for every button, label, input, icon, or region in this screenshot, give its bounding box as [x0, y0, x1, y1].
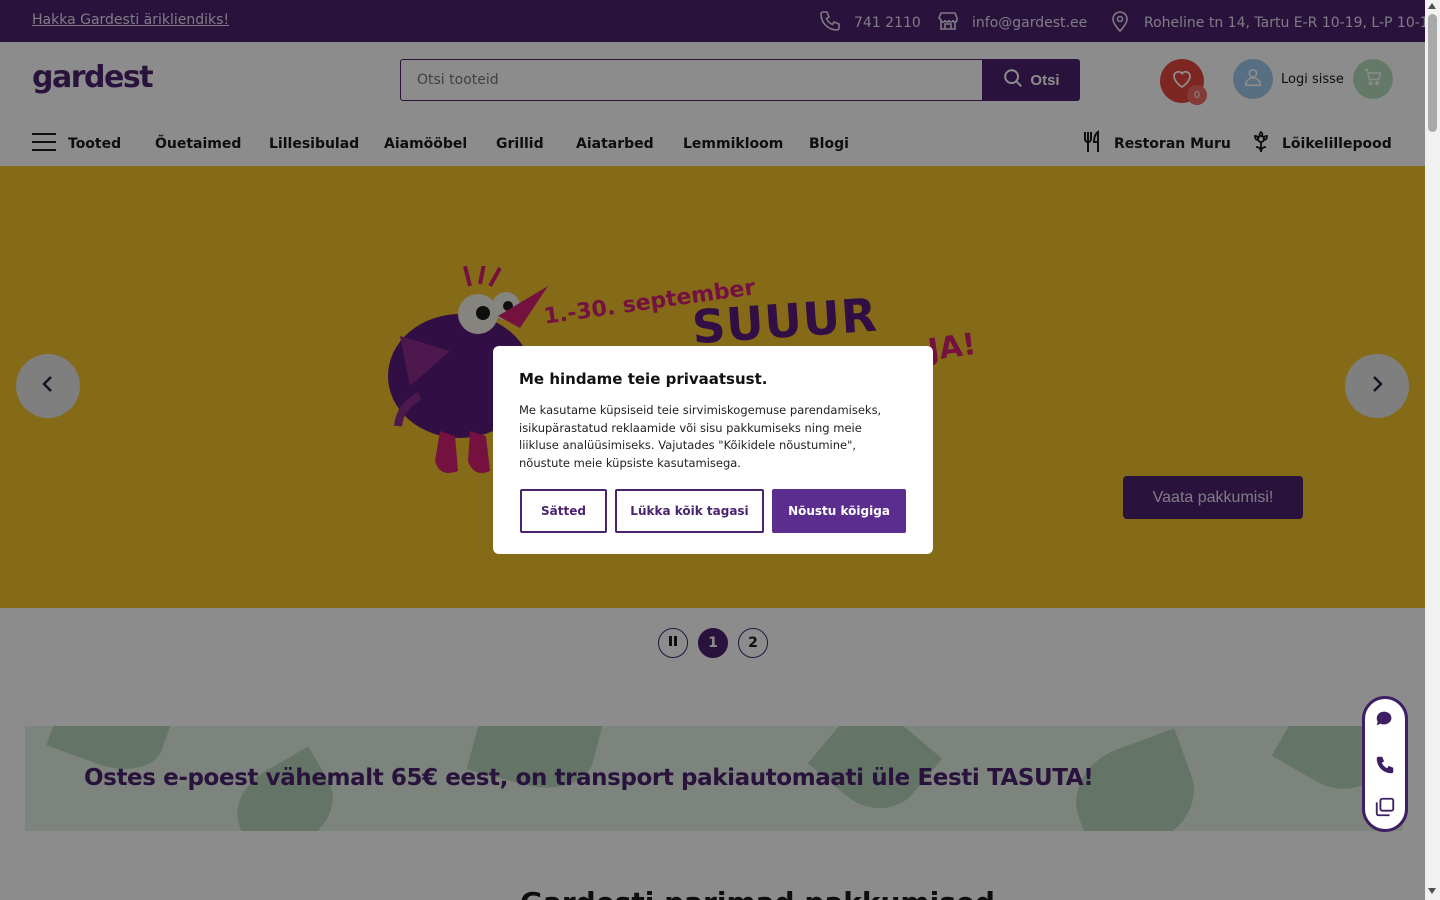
- cookie-modal-body: Me kasutame küpsiseid teie sirvimiskogem…: [519, 403, 882, 470]
- phone-icon: [1374, 754, 1396, 780]
- scrollbar-thumb[interactable]: [1428, 14, 1437, 132]
- faq-button[interactable]: [1367, 791, 1403, 827]
- chat-button[interactable]: [1367, 703, 1403, 739]
- scroll-up-arrow-icon[interactable]: [1428, 3, 1436, 9]
- contact-widget: [1362, 696, 1408, 832]
- call-button[interactable]: [1367, 749, 1403, 785]
- cookie-accept-all-button[interactable]: Nõustu kõigiga: [772, 489, 906, 533]
- cookie-settings-button[interactable]: Sätted: [520, 489, 607, 533]
- cookie-reject-all-button[interactable]: Lükka kõik tagasi: [615, 489, 764, 533]
- page-scrollbar[interactable]: [1425, 0, 1440, 900]
- cookie-consent-modal: Me hindame teie privaatsust. Me kasutame…: [493, 346, 933, 554]
- chat-icon: [1374, 708, 1396, 734]
- scroll-down-arrow-icon[interactable]: [1428, 888, 1436, 894]
- cookie-modal-title: Me hindame teie privaatsust.: [519, 370, 768, 388]
- question-book-icon: [1374, 796, 1396, 822]
